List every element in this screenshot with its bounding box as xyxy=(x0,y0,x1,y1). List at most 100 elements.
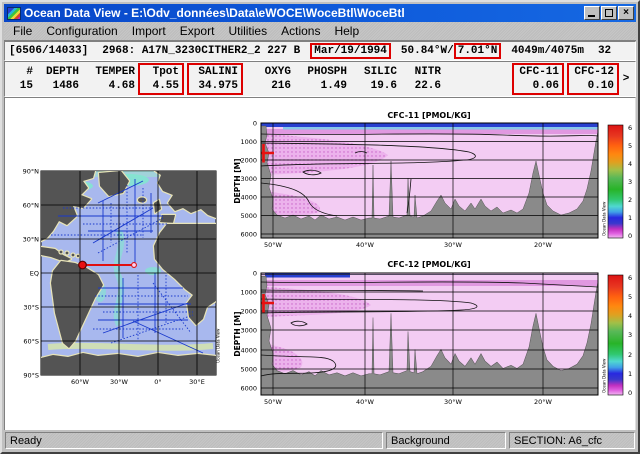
column-silicate: SILIC19.6 xyxy=(347,65,397,93)
close-button[interactable]: × xyxy=(618,6,634,20)
menu-item-configuration[interactable]: Configuration xyxy=(39,23,124,39)
lon-tick: 30°W xyxy=(444,241,463,249)
lon-tick: 20°W xyxy=(534,241,553,249)
menu-bar: File Configuration Import Export Utiliti… xyxy=(4,22,636,41)
depth-tick: 6000 xyxy=(240,385,257,393)
colorbar-tick: 0 xyxy=(628,389,632,397)
depth-axis-label: DEPTH [M] xyxy=(233,311,242,356)
depth-tick: 2000 xyxy=(240,308,257,316)
title-bar[interactable]: Ocean Data View - E:\Odv_données\Data\eW… xyxy=(4,4,636,22)
colorbar-tick: 1 xyxy=(628,214,632,222)
lon-tick: 50°W xyxy=(264,398,283,406)
column-phosphate: PHOSPH1.49 xyxy=(291,65,347,93)
odv-window: Ocean Data View - E:\Odv_données\Data\eW… xyxy=(0,0,640,454)
colorbar-tick: 2 xyxy=(628,196,632,204)
colorbar-tick: 5 xyxy=(628,293,632,301)
close-icon: × xyxy=(623,8,629,18)
depth-tick: 1000 xyxy=(240,289,257,297)
station-map[interactable]: 90°N 60°N 30°N EQ 30°S 60°S 90°S 60°W 30… xyxy=(23,168,221,387)
background-indicator: Background xyxy=(386,432,506,449)
depth-tick: 6000 xyxy=(240,231,257,239)
status-bar: Ready Background SECTION: A6_cfc xyxy=(4,430,636,450)
menu-item-actions[interactable]: Actions xyxy=(274,23,327,39)
section-end-marker xyxy=(132,263,137,268)
status-message: Ready xyxy=(5,432,383,449)
colorbar-tick: 4 xyxy=(628,160,632,168)
colorbar-tick: 5 xyxy=(628,142,632,150)
colorbar-tick: 3 xyxy=(628,178,632,186)
station-latitude-highlighted: 7.01°N xyxy=(454,43,502,59)
column-temper: TEMPER4.68 xyxy=(79,65,135,93)
station-sample-count: 32 xyxy=(598,45,611,57)
column-nitrate: NITR22.6 xyxy=(397,65,441,93)
colorbar-cfc12: 6 5 4 3 2 1 0 Ocean Data View xyxy=(602,274,633,397)
colorbar-tick: 0 xyxy=(628,232,632,240)
plot-title: CFC-12 [PMOL/KG] xyxy=(387,260,470,269)
restore-icon xyxy=(605,9,613,17)
minimize-icon xyxy=(588,15,595,17)
station-date-highlighted: Mar/19/1994 xyxy=(310,43,391,59)
depth-tick: 0 xyxy=(253,270,257,278)
colorbar-watermark: Ocean Data View xyxy=(602,201,607,236)
menu-item-file[interactable]: File xyxy=(6,23,39,39)
map-lat-tick: 60°N xyxy=(23,202,40,210)
minimize-button[interactable] xyxy=(584,6,600,20)
menu-item-export[interactable]: Export xyxy=(173,23,222,39)
map-lat-tick: 30°S xyxy=(23,304,39,312)
column-depth: DEPTH1486 xyxy=(33,65,79,93)
lon-tick: 30°W xyxy=(444,398,463,406)
depth-tick: 5000 xyxy=(240,212,257,220)
coordinate-separator: / xyxy=(447,45,454,57)
lon-tick: 40°W xyxy=(356,241,375,249)
surface-high-band xyxy=(262,124,598,128)
plot-canvas: 90°N 60°N 30°N EQ 30°S 60°S 90°S 60°W 30… xyxy=(4,97,636,432)
map-lat-tick: EQ xyxy=(30,270,39,278)
column-cfc11-highlighted: CFC-110.06 xyxy=(512,63,564,95)
menu-item-import[interactable]: Import xyxy=(125,23,173,39)
column-index: #15 xyxy=(7,65,33,93)
depth-tick: 4000 xyxy=(240,347,257,355)
station-label: 2968: A17N_3230CITHER2_2 227 B xyxy=(102,45,300,57)
station-longitude: 50.84°W xyxy=(401,45,447,57)
table-scroll-right-arrow[interactable]: > xyxy=(619,73,633,85)
map-lon-tick: 0° xyxy=(154,378,161,386)
column-tpot-highlighted: Tpot4.55 xyxy=(138,63,184,95)
colorbar-watermark: Ocean Data View xyxy=(602,358,607,393)
map-lat-tick: 90°S xyxy=(23,372,39,380)
window-title: Ocean Data View - E:\Odv_données\Data\eW… xyxy=(24,6,583,20)
depth-tick: 5000 xyxy=(240,366,257,374)
depth-tick: 3000 xyxy=(240,327,257,335)
colorbar-tick: 4 xyxy=(628,312,632,320)
sample-counter: [6506/14033] xyxy=(9,45,88,57)
colorbar-tick: 6 xyxy=(628,274,632,282)
colorbar-tick: 1 xyxy=(628,370,632,378)
plot-title: CFC-11 [PMOL/KG] xyxy=(387,111,470,120)
restore-button[interactable] xyxy=(601,6,617,20)
depth-tick: 3000 xyxy=(240,175,257,183)
section-plot-cfc12[interactable]: CFC-12 [PMOL/KG] xyxy=(233,260,632,406)
depth-tick: 4000 xyxy=(240,194,257,202)
current-station-marker[interactable] xyxy=(79,261,87,269)
lon-tick: 40°W xyxy=(356,398,375,406)
map-lon-tick: 30°W xyxy=(110,378,129,386)
map-lon-tick: 30°E xyxy=(189,378,205,386)
section-indicator: SECTION: A6_cfc xyxy=(509,432,635,449)
depth-tick: 0 xyxy=(253,120,257,128)
colorbar-tick: 6 xyxy=(628,124,632,132)
lon-tick: 20°W xyxy=(534,398,553,406)
lon-tick: 50°W xyxy=(264,241,283,249)
map-lon-tick: 60°W xyxy=(71,378,90,386)
depth-axis-label: DEPTH [M] xyxy=(233,158,242,203)
colorbar-tick: 3 xyxy=(628,331,632,339)
colorbar-tick: 2 xyxy=(628,351,632,359)
map-lat-tick: 60°S xyxy=(23,338,39,346)
column-oxygen: OXYG216 xyxy=(247,65,291,93)
section-plot-cfc11[interactable]: CFC-11 [PMOL/KG] xyxy=(233,111,632,249)
map-lat-tick: 90°N xyxy=(23,168,40,176)
depth-tick: 1000 xyxy=(240,138,257,146)
station-info-bar: [6506/14033] 2968: A17N_3230CITHER2_2 22… xyxy=(4,41,636,61)
menu-item-help[interactable]: Help xyxy=(327,23,366,39)
app-icon xyxy=(7,7,21,20)
map-watermark: Ocean Data View xyxy=(216,328,221,363)
menu-item-utilities[interactable]: Utilities xyxy=(221,23,274,39)
